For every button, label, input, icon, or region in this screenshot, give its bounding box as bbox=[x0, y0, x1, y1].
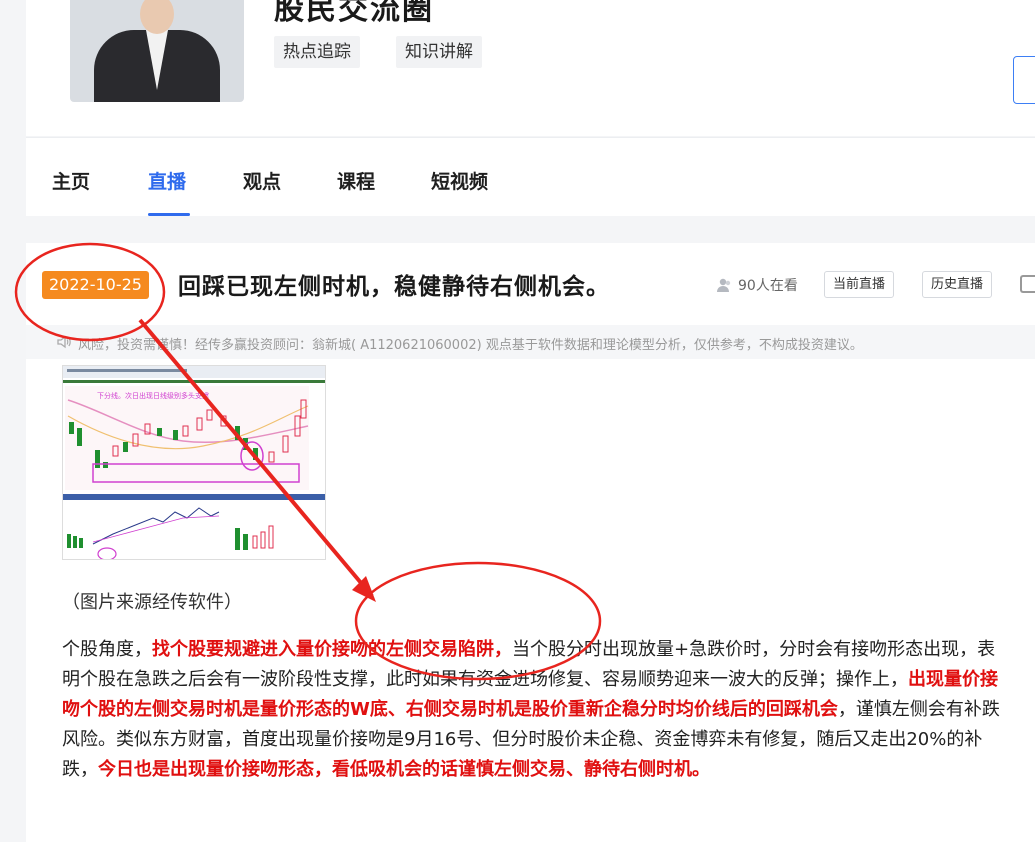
risk-notice-bar: 风险，投资需谨慎！经传多赢投资顾问：翁新城( A1120621060002) 观… bbox=[26, 325, 1035, 359]
expand-icon[interactable] bbox=[1020, 275, 1035, 293]
tab-course[interactable]: 课程 bbox=[337, 167, 375, 194]
anchor-profile-card: 股民交流圈 热点追踪 知识讲解 bbox=[26, 0, 1035, 136]
history-live-button[interactable]: 历史直播 bbox=[922, 271, 993, 298]
risk-notice-text: 风险，投资需谨慎！经传多赢投资顾问：翁新城( A1120621060002) 观… bbox=[78, 338, 863, 353]
article-highlight-3: 今日也是出现量价接吻形态，看低吸机会的话谨慎左侧交易、静待右侧时机。 bbox=[98, 759, 710, 780]
post-title: 回踩已现左侧时机，稳健静待右侧机会。 bbox=[178, 274, 610, 300]
article-body: 个股角度，找个股要规避进入量价接吻的左侧交易陷阱，当个股分时出现放量+急跌价时，… bbox=[62, 635, 1010, 785]
viewer-count: 90人在看 bbox=[738, 278, 798, 294]
tag-knowledge[interactable]: 知识讲解 bbox=[396, 36, 482, 68]
tab-home[interactable]: 主页 bbox=[52, 167, 90, 194]
tag-hot-tracking[interactable]: 热点追踪 bbox=[274, 36, 360, 68]
tab-live[interactable]: 直播 bbox=[148, 167, 186, 194]
article-text-1: 个股角度， bbox=[62, 639, 152, 660]
stock-chart-image[interactable]: 下分线。次日出现日线级别多头支撑 bbox=[62, 365, 326, 560]
active-tab-indicator bbox=[148, 213, 190, 216]
date-badge: 2022-10-25 bbox=[42, 271, 149, 299]
svg-text:下分线。次日出现日线级别多头支撑: 下分线。次日出现日线级别多头支撑 bbox=[97, 391, 209, 400]
tab-opinion[interactable]: 观点 bbox=[243, 167, 281, 194]
live-post-card: 2022-10-25 回踩已现左侧时机，稳健静待右侧机会。 90人在看 当前直播… bbox=[26, 243, 1035, 842]
user-icon bbox=[717, 278, 731, 292]
speaker-icon bbox=[57, 335, 71, 349]
current-live-button[interactable]: 当前直播 bbox=[824, 271, 895, 298]
image-caption: （图片来源经传软件） bbox=[62, 592, 242, 613]
article-highlight-1: 找个股要规避进入量价接吻的左侧交易陷阱， bbox=[152, 639, 512, 660]
nav-bar: 主页 直播 观点 课程 短视频 bbox=[26, 137, 1035, 216]
tab-short-video[interactable]: 短视频 bbox=[431, 167, 488, 194]
avatar[interactable] bbox=[70, 0, 244, 102]
follow-button[interactable] bbox=[1013, 56, 1035, 104]
anchor-name: 股民交流圈 bbox=[274, 0, 434, 27]
